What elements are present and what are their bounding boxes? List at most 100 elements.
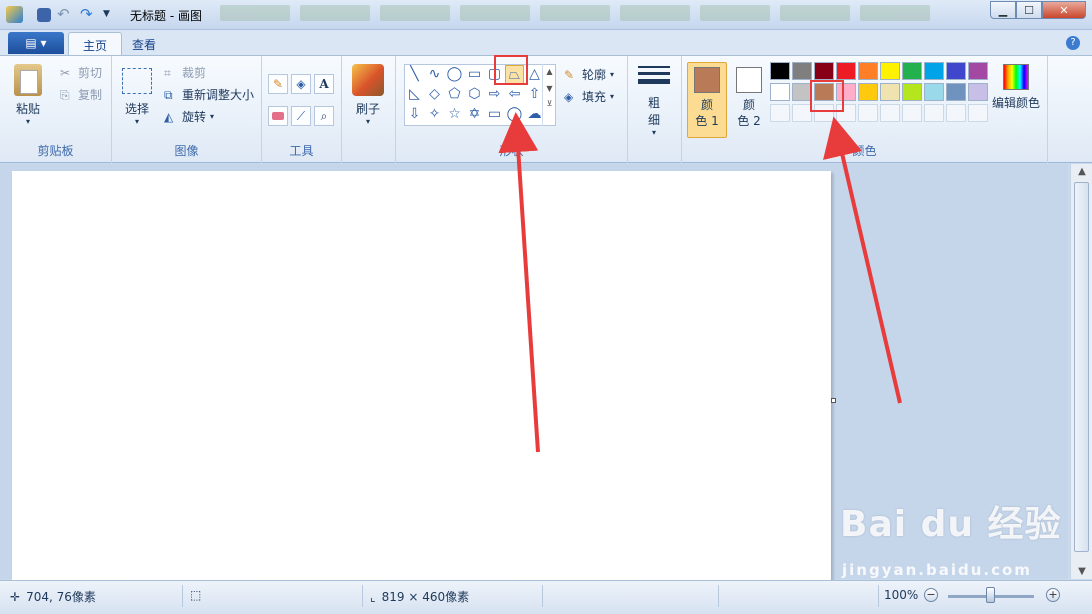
magnifier-icon[interactable]: ⌕	[314, 106, 334, 126]
text-tool-icon[interactable]: A	[314, 74, 334, 94]
maximize-button[interactable]: ☐	[1016, 1, 1042, 19]
palette-color-swatch[interactable]	[858, 83, 878, 101]
color-1-button[interactable]: 颜 色 1	[687, 62, 727, 138]
fill-button[interactable]: ◈ 填充 ▾	[564, 88, 614, 105]
diamond-shape-icon[interactable]: ◇	[425, 85, 444, 104]
scroll-up-arrow-icon[interactable]: ▲	[1075, 166, 1089, 177]
palette-color-swatch[interactable]	[770, 62, 790, 80]
palette-color-swatch[interactable]	[946, 62, 966, 80]
expand-gallery-icon[interactable]: ⊻	[543, 99, 556, 108]
cut-button[interactable]: ✂ 剪切	[60, 64, 102, 81]
tools-group: ✎ ◈ A ⟋ ⌕ 工具	[262, 56, 342, 163]
size-label-2: 细	[647, 113, 660, 127]
palette-color-swatch[interactable]	[770, 83, 790, 101]
line-shape-icon[interactable]: ╲	[405, 65, 424, 84]
hexagon-shape-icon[interactable]: ⬡	[465, 85, 484, 104]
palette-color-swatch[interactable]	[858, 62, 878, 80]
eraser-icon[interactable]	[268, 106, 288, 126]
zoom-in-icon[interactable]: +	[1046, 588, 1060, 602]
scroll-down-icon[interactable]: ▼	[543, 84, 556, 93]
fill-bucket-icon[interactable]: ◈	[291, 74, 311, 94]
color-picker-icon[interactable]: ⟋	[291, 106, 311, 126]
drawing-canvas[interactable]	[12, 171, 831, 581]
close-button[interactable]: ✕	[1042, 1, 1086, 19]
right-arrow-shape-icon[interactable]: ⇨	[485, 85, 504, 104]
edit-colors-button[interactable]: 编辑颜色	[992, 64, 1040, 111]
palette-color-swatch[interactable]	[880, 62, 900, 80]
customize-toolbar-icon[interactable]: ▼	[103, 6, 113, 23]
palette-color-swatch[interactable]	[946, 83, 966, 101]
tab-view[interactable]: 查看	[118, 32, 170, 56]
palette-color-swatch[interactable]	[902, 62, 922, 80]
right-triangle-shape-icon[interactable]: ◺	[405, 85, 424, 104]
oval-shape-icon[interactable]: ◯	[445, 65, 464, 84]
scrollbar-thumb[interactable]	[1074, 182, 1089, 552]
pentagon-shape-icon[interactable]: ⬠	[445, 85, 464, 104]
size-button[interactable]: 粗 细 ▾	[638, 66, 670, 137]
rectangle-shape-icon[interactable]: ▭	[465, 65, 484, 84]
palette-color-swatch[interactable]	[924, 62, 944, 80]
left-arrow-shape-icon[interactable]: ⇦	[505, 85, 524, 104]
rotate-button[interactable]: ◭ 旋转 ▾	[164, 108, 214, 125]
save-icon[interactable]	[37, 7, 51, 22]
palette-color-swatch[interactable]	[968, 62, 988, 80]
shapes-scroll[interactable]: ▲ ▼ ⊻	[542, 64, 556, 126]
paint-menu-button[interactable]: ▤ ▾	[8, 32, 64, 54]
canvas-resize-handle[interactable]	[831, 398, 836, 403]
oval-callout-shape-icon[interactable]: ◯	[505, 105, 524, 124]
palette-custom-slot[interactable]	[902, 104, 922, 122]
palette-custom-slot[interactable]	[946, 104, 966, 122]
palette-custom-slot[interactable]	[858, 104, 878, 122]
down-arrow-shape-icon[interactable]: ⇩	[405, 105, 424, 124]
palette-custom-slot[interactable]	[968, 104, 988, 122]
ribbon: 粘贴 ▾ ✂ 剪切 ⎘ 复制 剪贴板 选择 ▾ ⌗ 裁剪 ⧉ 重新调整大小 ◭ …	[0, 55, 1092, 163]
color-2-button[interactable]: 颜 色 2	[729, 62, 769, 138]
minimize-button[interactable]: ▁	[990, 1, 1016, 19]
palette-custom-slot[interactable]	[792, 104, 812, 122]
six-point-star-shape-icon[interactable]: ✡	[465, 105, 484, 124]
redo-icon[interactable]: ↷	[80, 6, 97, 23]
zoom-slider-thumb[interactable]	[986, 587, 995, 603]
select-button[interactable]: 选择 ▾	[122, 68, 152, 126]
zoom-out-icon[interactable]: −	[924, 588, 938, 602]
palette-custom-slot[interactable]	[924, 104, 944, 122]
scroll-up-icon[interactable]: ▲	[543, 67, 556, 76]
status-bar: ✛ 704, 76像素 ⬚ ⌞ 819 × 460像素 100% − +	[0, 580, 1092, 614]
cursor-position-text: 704, 76像素	[26, 590, 96, 604]
selection-size-icon: ⬚	[190, 588, 202, 602]
palette-color-swatch[interactable]	[902, 83, 922, 101]
palette-color-swatch[interactable]	[814, 62, 834, 80]
palette-color-swatch[interactable]	[968, 83, 988, 101]
crop-label: 裁剪	[182, 66, 207, 80]
palette-custom-slot[interactable]	[770, 104, 790, 122]
rounded-callout-shape-icon[interactable]: ▭	[485, 105, 504, 124]
crop-button[interactable]: ⌗ 裁剪	[164, 64, 206, 81]
four-point-star-shape-icon[interactable]: ✧	[425, 105, 444, 124]
palette-color-swatch[interactable]	[924, 83, 944, 101]
colors-group-label: 颜色	[852, 144, 877, 158]
paint-app-icon[interactable]	[6, 6, 23, 23]
clipboard-group-label: 剪贴板	[37, 144, 74, 158]
palette-color-swatch[interactable]	[836, 62, 856, 80]
palette-custom-slot[interactable]	[880, 104, 900, 122]
size-group: 粗 细 ▾	[628, 56, 682, 163]
undo-icon[interactable]: ↶	[57, 6, 74, 23]
brushes-button[interactable]: 刷子 ▾	[352, 64, 384, 126]
help-icon[interactable]: ?	[1066, 36, 1080, 50]
paste-label: 粘贴	[15, 102, 40, 116]
five-point-star-shape-icon[interactable]: ☆	[445, 105, 464, 124]
palette-color-swatch[interactable]	[880, 83, 900, 101]
palette-color-swatch[interactable]	[792, 62, 812, 80]
paste-button[interactable]: 粘贴 ▾	[14, 64, 42, 126]
palette-color-swatch[interactable]	[792, 83, 812, 101]
scroll-down-arrow-icon[interactable]: ▼	[1075, 566, 1089, 577]
rotate-icon: ◭	[164, 109, 174, 124]
tab-home[interactable]: 主页	[68, 32, 123, 56]
pencil-icon[interactable]: ✎	[268, 74, 288, 94]
curve-shape-icon[interactable]: ∿	[425, 65, 444, 84]
copy-button[interactable]: ⎘ 复制	[60, 86, 102, 103]
shapes-gallery: ╲ ∿ ◯ ▭ ▢ ⏢ △ ◺ ◇ ⬠ ⬡ ⇨ ⇦ ⇧ ⇩ ✧ ☆ ✡ ▭ ◯ …	[404, 64, 556, 126]
outline-button[interactable]: ✎ 轮廓 ▾	[564, 66, 614, 83]
vertical-scrollbar[interactable]: ▲ ▼	[1070, 164, 1092, 579]
resize-button[interactable]: ⧉ 重新调整大小	[164, 86, 254, 103]
